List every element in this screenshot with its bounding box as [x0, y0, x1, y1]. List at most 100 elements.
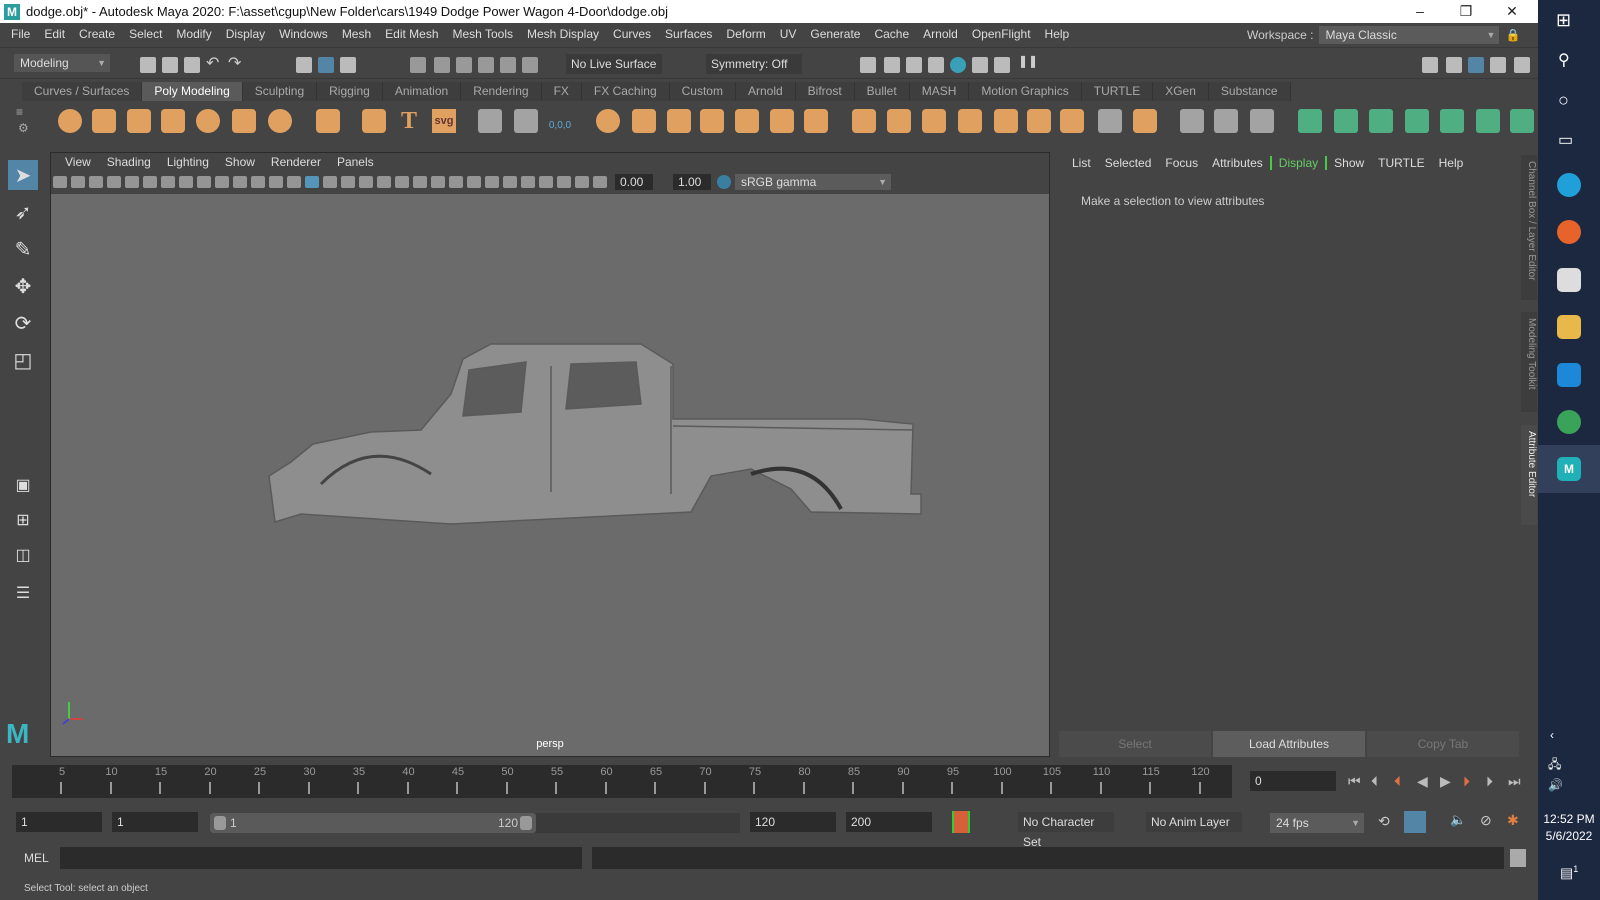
go-to-end-icon[interactable]: ⏭ — [1508, 773, 1521, 790]
character-controls-icon[interactable] — [1446, 57, 1462, 73]
animation-preferences-icon[interactable]: ⊘ — [1480, 812, 1492, 829]
tab-sculpting[interactable]: Sculpting — [242, 82, 318, 101]
menu-edit[interactable]: Edit — [37, 27, 72, 41]
windows-start-icon[interactable]: ⊞ — [1556, 10, 1571, 31]
viewport-camera-attributes-icon[interactable] — [71, 176, 85, 188]
shelf-svg-icon[interactable]: svg — [432, 109, 456, 133]
single-view-layout-icon[interactable]: ▣ — [8, 470, 38, 500]
menu-cache[interactable]: Cache — [867, 27, 916, 41]
shelf-circularize-icon[interactable] — [1133, 109, 1157, 133]
menu-edit-mesh[interactable]: Edit Mesh — [378, 27, 445, 41]
menu-display[interactable]: Display — [219, 27, 272, 41]
viewport-ambient-occlusion-icon[interactable] — [395, 176, 409, 188]
shelf-checker-icon[interactable] — [1476, 109, 1500, 133]
shelf-snap-together-icon[interactable]: 0,0,0 — [548, 109, 572, 133]
tab-substance[interactable]: Substance — [1208, 82, 1291, 101]
shelf-super-shape-icon[interactable] — [362, 109, 386, 133]
attr-menu-help[interactable]: Help — [1432, 156, 1471, 170]
firefox-icon[interactable] — [1557, 220, 1581, 244]
shelf-duplicate-face-icon[interactable] — [1027, 109, 1051, 133]
render-frame-icon[interactable] — [884, 57, 900, 73]
menu-openflight[interactable]: OpenFlight — [965, 27, 1038, 41]
viewport-bookmarks-icon[interactable] — [89, 176, 103, 188]
hypershade-icon[interactable] — [950, 57, 966, 73]
menu-curves[interactable]: Curves — [606, 27, 658, 41]
menu-mesh-display[interactable]: Mesh Display — [520, 27, 606, 41]
tab-modeling-toolkit[interactable]: Modeling Toolkit — [1521, 312, 1537, 412]
shelf-bevel-plus-icon[interactable] — [514, 109, 538, 133]
shelf-separate-icon[interactable] — [632, 109, 656, 133]
menu-file[interactable]: File — [4, 27, 37, 41]
playback-end-field[interactable]: 120 — [750, 812, 836, 832]
viewport-all-lights-icon[interactable] — [359, 176, 373, 188]
snap-point-icon[interactable] — [456, 57, 472, 73]
viewport-grid-icon[interactable] — [161, 176, 175, 188]
viewport-film-gate-icon[interactable] — [179, 176, 193, 188]
menu-create[interactable]: Create — [72, 27, 122, 41]
two-view-layout-icon[interactable]: ◫ — [8, 540, 38, 570]
shelf-cube-icon[interactable] — [92, 109, 116, 133]
viewport-image-plane-icon[interactable] — [107, 176, 121, 188]
menu-deform[interactable]: Deform — [719, 27, 772, 41]
shelf-bridge-icon[interactable] — [887, 109, 911, 133]
minimize-button[interactable]: – — [1397, 0, 1443, 23]
menu-mesh[interactable]: Mesh — [335, 27, 378, 41]
symmetry-dropdown[interactable]: Symmetry: Off — [706, 54, 802, 74]
attr-menu-turtle[interactable]: TURTLE — [1371, 156, 1431, 170]
file-explorer-icon[interactable] — [1557, 315, 1581, 339]
end-time-field[interactable]: 200 — [846, 812, 932, 832]
play-backwards-icon[interactable]: ◀ — [1417, 773, 1428, 790]
shelf-cylindrical-uv-icon[interactable] — [1369, 109, 1393, 133]
viewport-xray-icon[interactable] — [485, 176, 499, 188]
attr-menu-list[interactable]: List — [1065, 156, 1098, 170]
shelf-bridge-edge-icon[interactable] — [1098, 109, 1122, 133]
move-tool-icon[interactable]: ✥ — [8, 271, 38, 301]
render-sequence-icon[interactable] — [994, 57, 1010, 73]
four-view-layout-icon[interactable]: ⊞ — [8, 505, 38, 535]
tab-channel-box[interactable]: Channel Box / Layer Editor — [1521, 155, 1537, 300]
menu-mesh-tools[interactable]: Mesh Tools — [446, 27, 520, 41]
select-hierarchy-icon[interactable] — [296, 57, 312, 73]
tab-mash[interactable]: MASH — [909, 82, 970, 101]
tab-arnold[interactable]: Arnold — [735, 82, 796, 101]
tab-turtle[interactable]: TURTLE — [1081, 82, 1154, 101]
undo-icon[interactable]: ↶ — [206, 53, 222, 72]
shelf-uv-editor-icon[interactable] — [1440, 109, 1464, 133]
lasso-tool-icon[interactable]: ➶ — [8, 197, 38, 227]
menu-generate[interactable]: Generate — [803, 27, 867, 41]
shelf-combine-icon[interactable] — [596, 109, 620, 133]
scale-tool-icon[interactable]: ◰ — [8, 345, 38, 375]
tool-settings-icon[interactable] — [1490, 57, 1506, 73]
shelf-cone-icon[interactable] — [161, 109, 185, 133]
paint-select-tool-icon[interactable]: ✎ — [8, 234, 38, 264]
viewport-menu-shading[interactable]: Shading — [99, 155, 159, 169]
snap-grid-icon[interactable] — [410, 57, 426, 73]
shelf-smooth-icon[interactable] — [700, 109, 724, 133]
select-button[interactable]: Select — [1059, 731, 1211, 757]
edge-icon[interactable] — [1557, 173, 1581, 197]
save-scene-icon[interactable] — [184, 57, 200, 73]
channel-box-icon[interactable] — [1514, 57, 1530, 73]
rotate-tool-icon[interactable]: ⟳ — [8, 308, 38, 338]
viewport-textured-icon[interactable] — [341, 176, 355, 188]
select-tool-icon[interactable]: ➤ — [8, 160, 38, 190]
live-surface-field[interactable]: No Live Surface — [566, 54, 662, 74]
search-icon[interactable]: ⚲ — [1558, 50, 1570, 70]
shelf-bevel-icon[interactable] — [922, 109, 946, 133]
range-end-handle[interactable] — [520, 816, 532, 830]
viewport-grease-pencil-icon[interactable] — [143, 176, 157, 188]
tab-attribute-editor[interactable]: Attribute Editor — [1521, 425, 1537, 525]
shelf-target-weld-icon[interactable] — [1250, 109, 1274, 133]
step-forward-frame-icon[interactable]: ⏵ — [1486, 773, 1493, 790]
tab-bifrost[interactable]: Bifrost — [795, 82, 855, 101]
clock-date[interactable]: 5/6/2022 — [1538, 829, 1600, 843]
shelf-torus-icon[interactable] — [196, 109, 220, 133]
shelf-disc-icon[interactable] — [268, 109, 292, 133]
colorspace-dropdown[interactable]: sRGB gamma ▼ — [735, 174, 891, 190]
range-slider-bar[interactable] — [210, 813, 536, 833]
menu-set-dropdown[interactable]: Modeling ▼ — [14, 54, 110, 72]
tab-poly-modeling[interactable]: Poly Modeling — [142, 82, 243, 101]
store-icon[interactable] — [1557, 268, 1581, 292]
tab-animation[interactable]: Animation — [382, 82, 462, 101]
mail-icon[interactable] — [1557, 363, 1581, 387]
